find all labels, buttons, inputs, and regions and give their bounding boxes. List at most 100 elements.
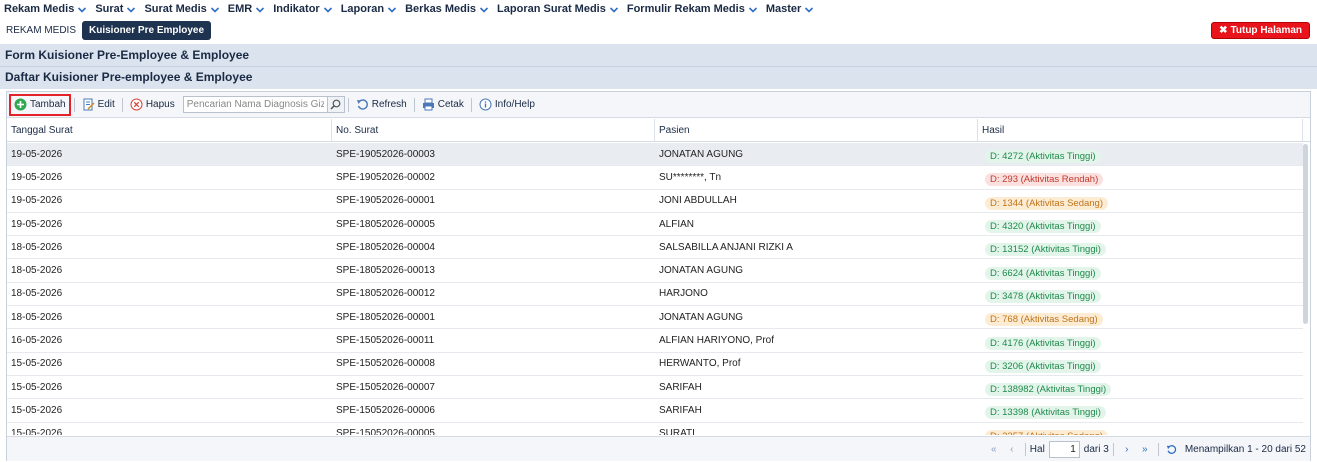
- cell-number: SPE-15052026-00011: [336, 335, 435, 347]
- menu-item-label: Surat Medis: [144, 2, 207, 15]
- add-label: Tambah: [30, 99, 66, 110]
- breadcrumb: REKAM MEDIS Kuisioner Pre Employee ✖ Tut…: [0, 19, 1317, 41]
- column-header-patient[interactable]: Pasien: [655, 119, 978, 141]
- cell-number: SPE-18052026-00005: [336, 218, 435, 230]
- menu-item[interactable]: Master: [766, 3, 814, 15]
- close-page-button[interactable]: ✖ Tutup Halaman: [1211, 22, 1310, 39]
- search-icon: [330, 99, 341, 110]
- table-row[interactable]: 18-05-2026 SPE-18052026-00004 SALSABILLA A…: [7, 236, 1303, 260]
- chevron-down-icon: [77, 5, 87, 13]
- result-badge: D: 3206 (Aktivitas Tinggi): [985, 359, 1101, 373]
- cell-result: D: 768 (Aktivitas Sedang): [978, 308, 1303, 327]
- cell-date: 19-05-2026: [11, 195, 63, 207]
- info-icon: [479, 98, 492, 111]
- menu-item[interactable]: EMR: [228, 3, 265, 15]
- print-button[interactable]: Cetak: [418, 96, 468, 113]
- column-header-result[interactable]: Hasil: [978, 119, 1303, 141]
- close-page-label: Tutup Halaman: [1230, 25, 1302, 36]
- delete-circle-icon: [130, 98, 143, 111]
- title-divider: [0, 66, 1317, 67]
- table-row[interactable]: 19-05-2026 SPE-19052026-00003 JONATAN AGUN…: [7, 143, 1303, 167]
- table-row[interactable]: 18-05-2026 SPE-18052026-00001 JONATAN AGUN…: [7, 306, 1303, 330]
- chevron-down-icon: [387, 5, 397, 13]
- form-title[interactable]: Form Kuisioner Pre-Employee & Employee: [5, 48, 249, 62]
- cell-date: 18-05-2026: [11, 288, 63, 300]
- chevron-down-icon: [804, 5, 814, 13]
- chevron-down-icon: [126, 5, 136, 13]
- toolbar-divider: [121, 97, 123, 112]
- menu-item[interactable]: Surat: [95, 3, 136, 15]
- cell-result: D: 6624 (Aktivitas Tinggi): [978, 262, 1303, 280]
- help-label: Info/Help: [494, 99, 535, 110]
- last-page-button[interactable]: »: [1138, 442, 1152, 456]
- menu-item-label: Surat: [95, 2, 124, 15]
- table-row[interactable]: 15-05-2026 SPE-15052026-00007 SARIFAH D: 13…: [7, 376, 1303, 400]
- menu-item-label: Laporan Surat Medis: [497, 2, 606, 15]
- table-row[interactable]: 15-05-2026 SPE-15052026-00006 SARIFAH D: 13…: [7, 399, 1303, 423]
- table-row[interactable]: 15-05-2026 SPE-15052026-00005 SURATI D: 235…: [7, 423, 1303, 435]
- cell-result: D: 4272 (Aktivitas Tinggi): [978, 145, 1303, 164]
- result-badge: D: 2357 (Aktivitas Sedang): [985, 429, 1109, 435]
- page-number-input[interactable]: [1048, 440, 1080, 458]
- result-badge: D: 4272 (Aktivitas Tinggi): [985, 150, 1101, 164]
- menu-item[interactable]: Surat Medis: [144, 3, 219, 15]
- vertical-scrollbar[interactable]: [1303, 144, 1308, 324]
- breadcrumb-active-tab[interactable]: Kuisioner Pre Employee: [82, 20, 212, 40]
- table-row[interactable]: 19-05-2026 SPE-19052026-00002 SU********, …: [7, 166, 1303, 190]
- cell-patient: ALFIAN HARIYONO, Prof: [659, 335, 775, 347]
- table-row[interactable]: 18-05-2026 SPE-18052026-00013 JONATAN AGUN…: [7, 259, 1303, 283]
- cell-patient: HERWANTO, Prof: [659, 358, 741, 370]
- table-row[interactable]: 19-05-2026 SPE-18052026-00005 ALFIAN D: 432…: [7, 213, 1303, 237]
- close-icon: ✖: [1219, 25, 1228, 36]
- next-page-button[interactable]: ›: [1120, 442, 1134, 456]
- menu-item[interactable]: Laporan Surat Medis: [497, 3, 619, 15]
- refresh-label: Refresh: [371, 99, 407, 110]
- chevron-down-icon: [748, 5, 758, 13]
- add-button[interactable]: Tambah: [9, 93, 71, 116]
- menu-item-label: Formulir Rekam Medis: [626, 2, 745, 15]
- plus-circle-icon: [14, 98, 27, 111]
- menu-item[interactable]: Indikator: [273, 3, 332, 15]
- page-count-label: dari 3: [1083, 443, 1109, 455]
- toolbar-divider: [470, 97, 472, 112]
- column-header-number[interactable]: No. Surat: [332, 119, 655, 141]
- edit-label: Edit: [97, 99, 115, 110]
- delete-label: Hapus: [145, 99, 175, 110]
- menu-item-label: Master: [765, 2, 802, 15]
- toolbar-divider: [73, 97, 75, 112]
- prev-page-button[interactable]: ‹: [1005, 442, 1019, 456]
- result-badge: D: 138982 (Aktivitas Tinggi): [985, 383, 1112, 397]
- search-button[interactable]: [327, 96, 345, 113]
- menu-item[interactable]: Laporan: [341, 3, 397, 15]
- menu-item[interactable]: Formulir Rekam Medis: [627, 3, 758, 15]
- chevron-down-icon: [255, 5, 265, 13]
- column-header-date[interactable]: Tanggal Surat: [7, 119, 332, 141]
- delete-button[interactable]: Hapus: [126, 96, 179, 113]
- table-row[interactable]: 16-05-2026 SPE-15052026-00011 ALFIAN HARIY…: [7, 329, 1303, 353]
- table-body: 19-05-2026 SPE-19052026-00003 JONATAN AGUN…: [7, 143, 1303, 435]
- title-band: Form Kuisioner Pre-Employee & Employee D…: [0, 44, 1317, 89]
- menu-item[interactable]: Berkas Medis: [405, 3, 489, 15]
- data-grid-panel: Tambah Edit Hapus Refresh: [6, 91, 1311, 461]
- first-page-button[interactable]: «: [987, 442, 1001, 456]
- help-button[interactable]: Info/Help: [475, 96, 539, 113]
- printer-icon: [422, 98, 435, 111]
- search-input[interactable]: [182, 96, 328, 113]
- menu-item-label: EMR: [227, 2, 253, 15]
- grid-toolbar: Tambah Edit Hapus Refresh: [7, 92, 1310, 118]
- cell-result: D: 13152 (Aktivitas Tinggi): [978, 238, 1303, 257]
- edit-button[interactable]: Edit: [78, 96, 119, 113]
- cell-patient: SALSABILLA ANJANI RIZKI A: [659, 241, 793, 253]
- table-row[interactable]: 19-05-2026 SPE-19052026-00001 JONI ABDULLA…: [7, 190, 1303, 213]
- refresh-icon: [356, 98, 369, 111]
- breadcrumb-root[interactable]: REKAM MEDIS: [6, 25, 76, 36]
- reload-icon[interactable]: [1165, 442, 1179, 456]
- toolbar-divider: [347, 97, 349, 112]
- table-row[interactable]: 18-05-2026 SPE-18052026-00012 HARJONO D: 34…: [7, 283, 1303, 307]
- menu-item[interactable]: Rekam Medis: [4, 3, 87, 15]
- refresh-button[interactable]: Refresh: [352, 96, 411, 113]
- cell-date: 15-05-2026: [11, 381, 63, 393]
- cell-patient: JONATAN AGUNG: [659, 311, 744, 323]
- result-badge: D: 13398 (Aktivitas Tinggi): [985, 406, 1106, 420]
- table-row[interactable]: 15-05-2026 SPE-15052026-00008 HERWANTO, Pr…: [7, 353, 1303, 376]
